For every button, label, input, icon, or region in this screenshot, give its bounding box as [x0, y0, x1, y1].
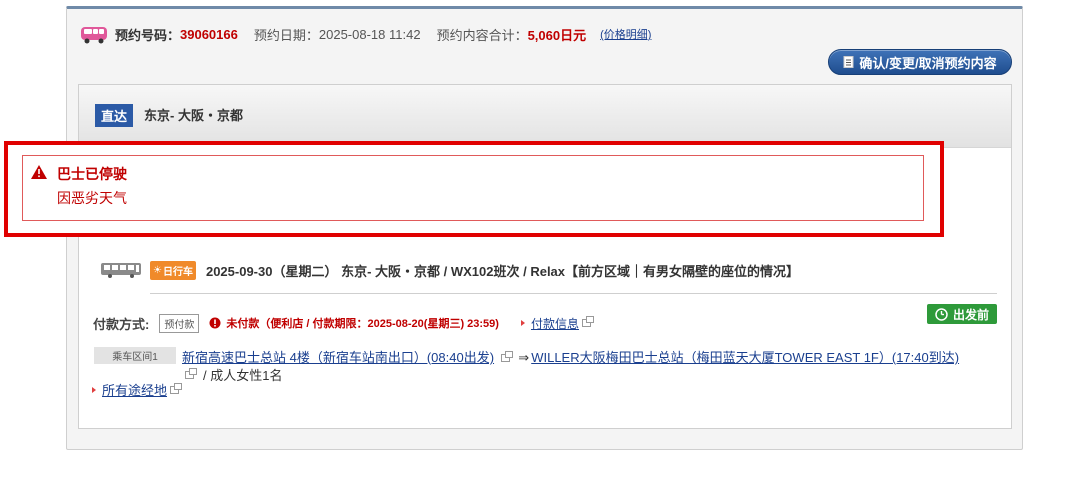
external-window-icon — [185, 367, 197, 379]
booking-number: 39060166 — [180, 26, 238, 42]
payment-line: 付款方式: 预付款 未付款（便利店 / 付款期限：2025-08-20(星期三)… — [93, 313, 594, 333]
unpaid-warning: 未付款（便利店 / 付款期限：2025-08-20(星期三) 23:59) — [209, 315, 499, 331]
total-label: 预约内容合计： — [436, 27, 528, 43]
prepaid-badge: 预付款 — [159, 313, 200, 333]
alert-title: 巴士已停驶 — [57, 166, 127, 182]
external-window-icon — [500, 351, 513, 362]
confirm-change-cancel-button[interactable]: 确认/变更/取消预约内容 — [828, 49, 1012, 75]
status-label: 出发前 — [952, 307, 989, 322]
unpaid-warning-text: 未付款（便利店 / 付款期限：2025-08-20(星期三) 23:59) — [226, 318, 499, 330]
cancellation-alert: 巴士已停驶 因恶劣天气 — [22, 155, 924, 221]
divider — [150, 293, 997, 294]
day-service-label: 日行车 — [162, 266, 193, 278]
booking-number-label: 预约号码： — [115, 27, 181, 43]
external-window-icon — [581, 316, 594, 327]
passenger-line: / 成人女性1名 — [182, 365, 282, 384]
arrival-stop-link[interactable]: WILLER大阪梅田巴士总站（梅田蓝天大厦TOWER EAST 1F）(17:4… — [531, 350, 959, 365]
departure-stop-link[interactable]: 新宿高速巴士总站 4楼（新宿车站南出口）(08:40出发) — [182, 350, 494, 365]
direct-tag: 直达 — [95, 104, 134, 127]
segment-tag: 乘车区间1 — [94, 347, 176, 364]
external-window-icon — [170, 382, 183, 394]
passenger-count: / 成人女性1名 — [203, 368, 283, 383]
route-bar: 直达 东京- 大阪・京都 — [79, 85, 1011, 148]
warning-icon — [31, 165, 47, 179]
route-arrow: ⇒ — [518, 350, 530, 365]
clock-icon — [935, 307, 948, 321]
trip-info-line: ☀ 日行车 2025-09-30（星期二） 东京- 大阪・京都 / WX102班… — [100, 260, 799, 280]
sun-icon: ☀ — [153, 264, 162, 276]
payment-info-link[interactable]: 付款信息 — [531, 315, 579, 332]
status-badge: 出发前 — [927, 304, 997, 324]
cancellation-alert-frame: 巴士已停驶 因恶劣天气 — [4, 141, 944, 237]
booking-date-label: 预约日期： — [253, 27, 319, 43]
bus-icon — [101, 263, 141, 278]
route-title: 东京- 大阪・京都 — [144, 108, 243, 123]
all-stops-link[interactable]: 所有途经地 — [102, 380, 167, 399]
total-amount: 5,060日元 — [527, 27, 587, 43]
payment-method-label: 付款方式: — [93, 316, 150, 332]
reservation-header: 预约号码： 39060166 预约日期： 2025-08-18 11:42 预约… — [79, 23, 651, 45]
confirm-button-label: 确认/变更/取消预约内容 — [859, 55, 997, 71]
alert-reason: 因恶劣天气 — [57, 190, 127, 206]
all-stops-line: 所有途经地 — [92, 380, 183, 399]
trip-details: 2025-09-30（星期二） 东京- 大阪・京都 / WX102班次 / Re… — [205, 263, 800, 279]
segment-route: 新宿高速巴士总站 4楼（新宿车站南出口）(08:40出发) ⇒ WILLER大阪梅… — [182, 347, 959, 366]
bullet-icon — [92, 386, 96, 393]
booking-date: 2025-08-18 11:42 — [318, 26, 421, 42]
document-icon — [843, 56, 854, 68]
bullet-icon — [520, 320, 525, 326]
day-service-tag: ☀ 日行车 — [150, 260, 196, 280]
bus-logo-icon — [81, 27, 107, 44]
price-detail-link[interactable]: (价格明细) — [600, 26, 651, 42]
alert-circle-icon — [209, 317, 221, 329]
